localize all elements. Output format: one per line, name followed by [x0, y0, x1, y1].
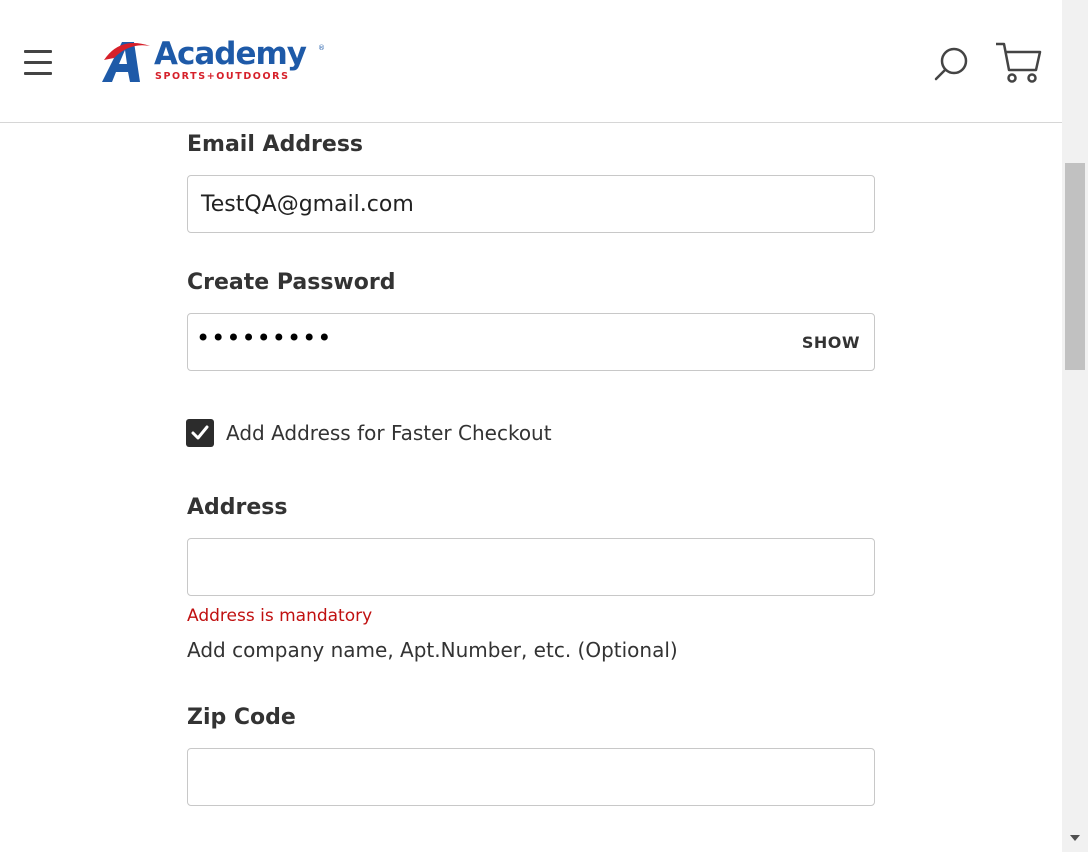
address-helper-text: Add company name, Apt.Number, etc. (Opti… [187, 638, 678, 662]
password-masked-value: ••••••••• [196, 324, 333, 352]
site-header: Academy ® SPORTS+OUTDOORS [0, 0, 1062, 123]
shopping-cart-icon[interactable] [994, 40, 1044, 86]
search-icon[interactable] [932, 44, 972, 84]
scrollbar-thumb[interactable] [1065, 163, 1085, 370]
address-error-message: Address is mandatory [187, 606, 373, 626]
brand-tagline: SPORTS+OUTDOORS [155, 71, 290, 82]
logo-a-mark-icon [102, 42, 150, 82]
page-scrollbar[interactable] [1062, 0, 1088, 852]
hamburger-menu-icon[interactable] [22, 48, 54, 78]
email-value: TestQA@gmail.com [201, 192, 414, 217]
email-label: Email Address [187, 132, 364, 157]
password-field[interactable]: ••••••••• SHOW [187, 313, 875, 371]
address-field[interactable] [187, 538, 875, 596]
academy-logo[interactable]: Academy ® SPORTS+OUTDOORS [100, 36, 330, 86]
registered-mark: ® [318, 44, 325, 52]
email-field[interactable]: TestQA@gmail.com [187, 175, 875, 233]
add-address-checkbox[interactable] [186, 419, 214, 447]
scroll-down-arrow-icon[interactable] [1070, 835, 1080, 841]
checkmark-icon [191, 425, 209, 440]
zip-code-label: Zip Code [187, 705, 296, 730]
add-address-checkbox-label[interactable]: Add Address for Faster Checkout [226, 421, 552, 445]
password-label: Create Password [187, 270, 396, 295]
zip-code-field[interactable] [187, 748, 875, 806]
show-password-button[interactable]: SHOW [802, 333, 860, 352]
address-label: Address [187, 495, 288, 520]
brand-name: Academy [154, 36, 307, 72]
